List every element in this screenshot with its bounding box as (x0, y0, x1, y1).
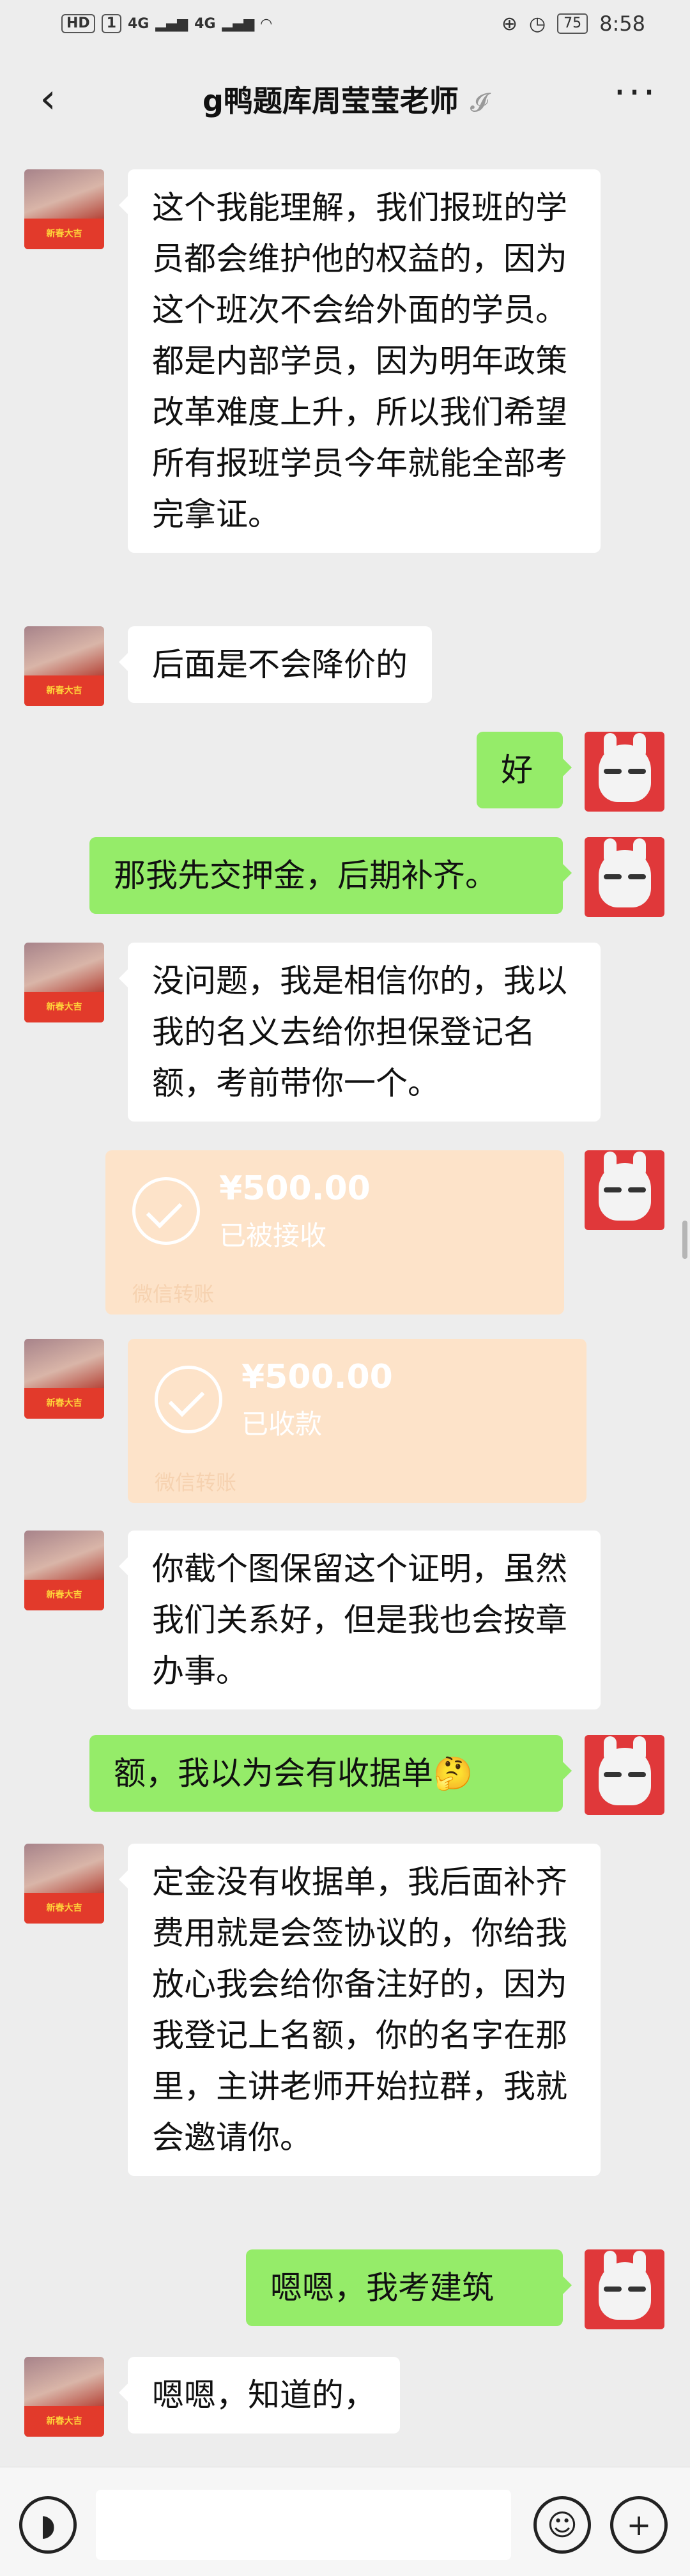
transfer-amount: ¥500.00 (241, 1358, 393, 1396)
check-circle-icon (132, 1177, 200, 1245)
message-bubble[interactable]: 那我先交押金，后期补齐。 (89, 837, 572, 914)
avatar-badge: 新春大吉 (24, 1388, 104, 1419)
message-bubble[interactable]: 嗯嗯，知道的， (119, 2357, 400, 2433)
transfer-status: 已被接收 (219, 1220, 327, 1251)
avatar[interactable] (585, 2249, 664, 2329)
avatar[interactable]: 新春大吉 (24, 169, 104, 249)
battery-level: 75 (557, 13, 588, 34)
avatar[interactable]: 新春大吉 (24, 2357, 104, 2437)
status-bar: HD 1 4G ▂▄▆ 4G ▂▄▆ ◠ ⊕ ◷ 75 8:58 (0, 0, 690, 51)
contact-name: g鸭题库周莹莹老师 (203, 84, 459, 118)
message-bubble[interactable]: 没问题，我是相信你的，我以我的名义去给你担保登记名额，考前带你一个。 (119, 943, 601, 1122)
avatar[interactable] (585, 732, 664, 812)
message-bubble[interactable]: 定金没有收据单，我后面补齐费用就是会签协议的，你给我放心我会给你备注好的，因为我… (119, 1844, 601, 2176)
status-right: ⊕ ◷ 75 8:58 (502, 12, 645, 36)
voice-icon[interactable]: ◗ (19, 2496, 77, 2554)
more-icon[interactable]: ··· (607, 70, 664, 128)
cat-icon (599, 838, 651, 907)
cat-icon (599, 733, 651, 802)
avatar-badge: 新春大吉 (24, 2406, 104, 2437)
transfer-footer: 微信转账 (155, 1470, 237, 1495)
chat-title: g鸭题库周莹莹老师 𝓘 (0, 78, 690, 120)
avatar-badge: 新春大吉 (24, 1893, 104, 1924)
message-bubble[interactable]: 这个我能理解，我们报班的学员都会维护他的权益的，因为这个班次不会给外面的学员。都… (119, 169, 601, 553)
message-bubble[interactable]: 额，我以为会有收据单🤔 (89, 1735, 572, 1812)
cat-icon (599, 1736, 651, 1805)
avatar[interactable]: 新春大吉 (24, 626, 104, 706)
avatar[interactable] (585, 837, 664, 917)
message-bubble[interactable]: 好 (477, 732, 572, 808)
alarm-icon: ◷ (528, 12, 546, 35)
clock: 8:58 (599, 12, 645, 36)
avatar[interactable] (585, 1150, 664, 1230)
signal-bars-icon: ▂▄▆ (222, 15, 255, 32)
ear-icon: 𝓘 (470, 88, 487, 118)
scrollbar[interactable] (682, 1221, 687, 1259)
wifi-icon: ◠ (261, 15, 272, 32)
sim-badge: 1 (101, 14, 121, 33)
emoji-icon[interactable]: ☺ (533, 2496, 591, 2554)
cat-icon (599, 2251, 651, 2320)
nfc-icon: ⊕ (501, 12, 518, 35)
cat-icon (599, 1152, 651, 1221)
input-bar: ◗ ☺ + (0, 2467, 690, 2576)
avatar-badge: 新春大吉 (24, 675, 104, 706)
check-circle-icon (155, 1366, 222, 1433)
transfer-card[interactable]: ¥500.00 已收款 微信转账 (128, 1339, 586, 1503)
transfer-amount: ¥500.00 (219, 1169, 371, 1208)
transfer-status: 已收款 (241, 1408, 323, 1440)
hd-badge: HD (61, 14, 95, 33)
avatar[interactable]: 新春大吉 (24, 1531, 104, 1610)
transfer-card[interactable]: ¥500.00 已被接收 微信转账 (105, 1150, 564, 1315)
message-bubble[interactable]: 后面是不会降价的 (119, 626, 432, 703)
transfer-footer: 微信转账 (132, 1282, 215, 1306)
message-input[interactable] (96, 2490, 511, 2560)
avatar-badge: 新春大吉 (24, 1580, 104, 1610)
avatar-badge: 新春大吉 (24, 219, 104, 249)
signal-4g-1: 4G (128, 15, 150, 32)
network-indicators: HD 1 4G ▂▄▆ 4G ▂▄▆ ◠ (61, 14, 272, 33)
signal-4g-2: 4G (194, 15, 216, 32)
avatar[interactable]: 新春大吉 (24, 1844, 104, 1924)
avatar[interactable]: 新春大吉 (24, 1339, 104, 1419)
plus-icon[interactable]: + (610, 2496, 668, 2554)
avatar[interactable] (585, 1735, 664, 1815)
signal-bars-icon: ▂▄▆ (155, 15, 188, 32)
message-bubble[interactable]: 你截个图保留这个证明，虽然我们关系好，但是我也会按章办事。 (119, 1531, 601, 1709)
message-bubble[interactable]: 嗯嗯，我考建筑 (246, 2249, 572, 2326)
avatar-badge: 新春大吉 (24, 992, 104, 1022)
chat-header: ‹ g鸭题库周莹莹老师 𝓘 ··· (0, 58, 690, 141)
avatar[interactable]: 新春大吉 (24, 943, 104, 1022)
